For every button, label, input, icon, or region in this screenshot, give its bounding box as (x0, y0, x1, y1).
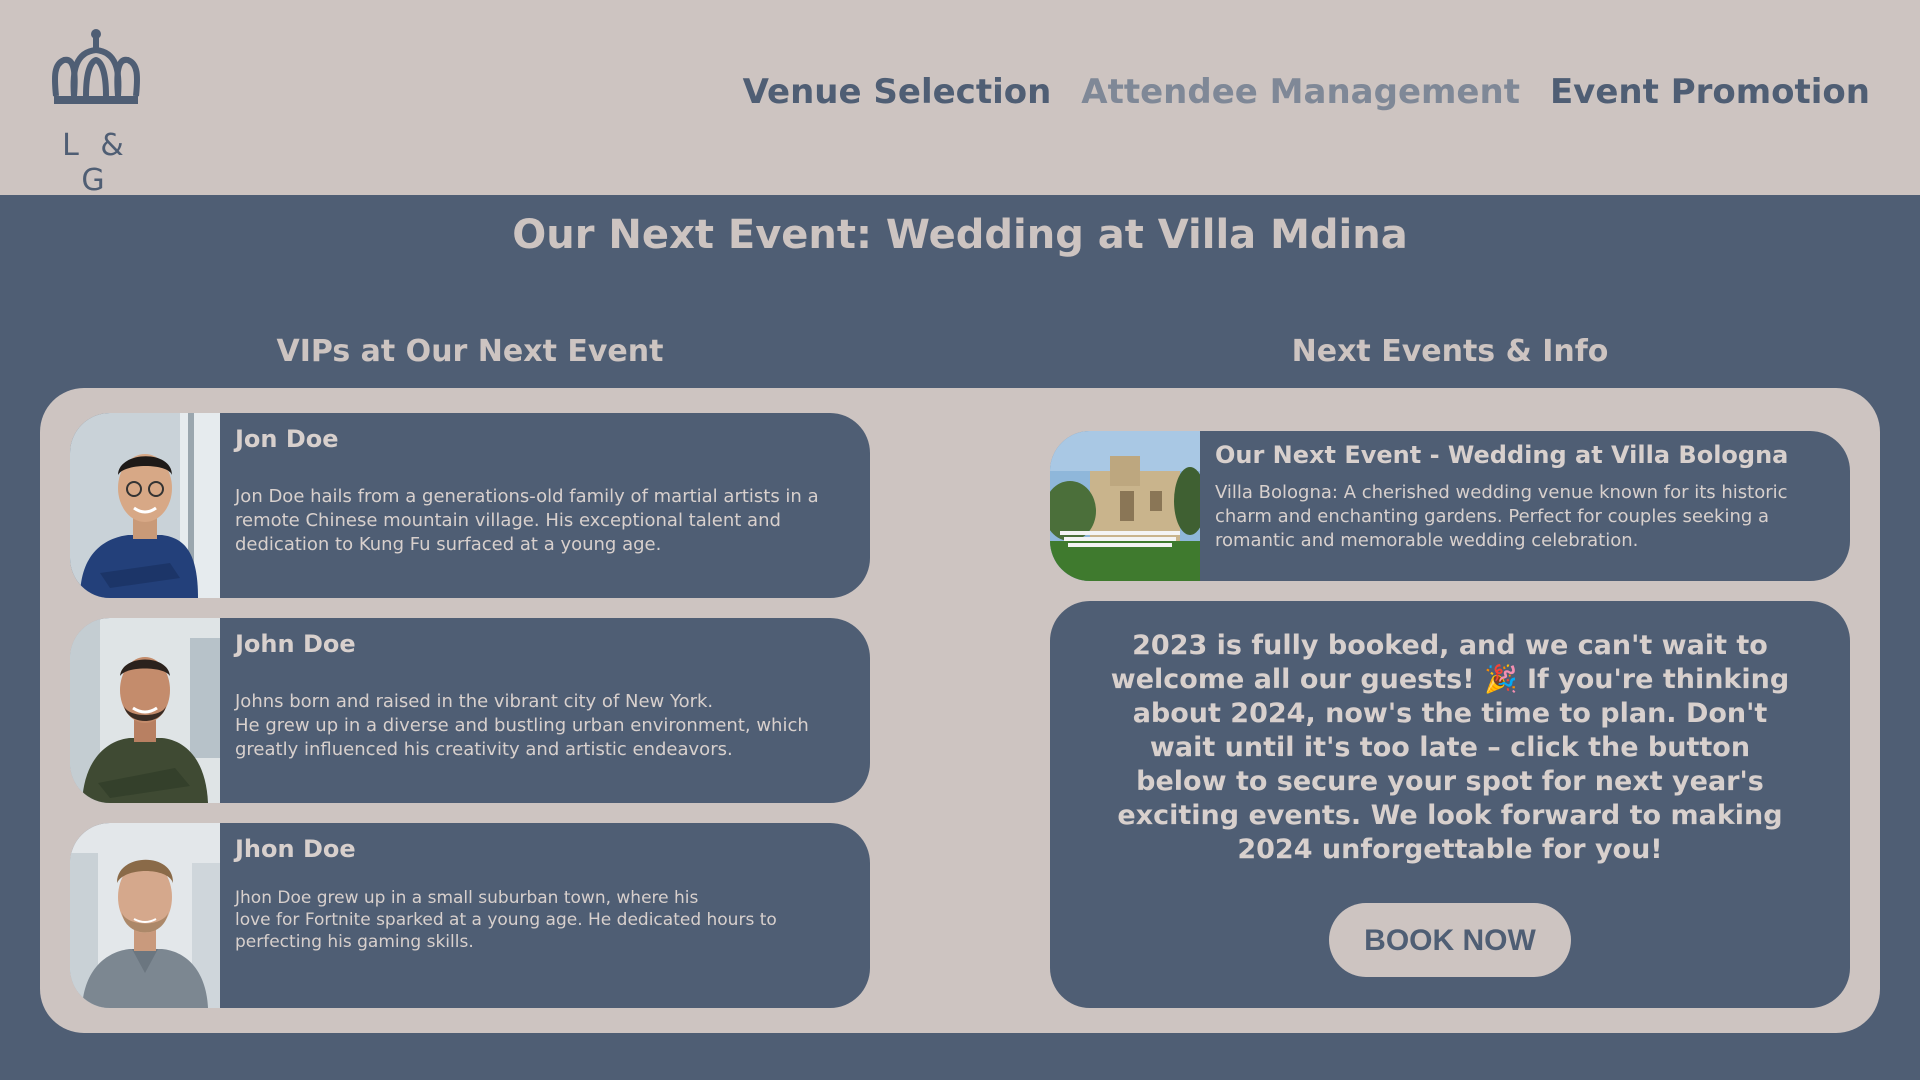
vip-bio: Johns born and raised in the vibrant cit… (235, 691, 809, 760)
crown-icon (52, 29, 140, 104)
vip-photo (70, 823, 220, 1008)
logo[interactable]: L & G (48, 24, 144, 198)
events-heading: Next Events & Info (1291, 334, 1609, 369)
vip-photo (70, 618, 220, 803)
vip-bio: Jon Doe hails from a generations-old fam… (235, 486, 819, 555)
next-event-card[interactable]: Our Next Event - Wedding at Villa Bologn… (1050, 431, 1850, 581)
nav-venue-selection[interactable]: Venue Selection (743, 72, 1052, 112)
booking-promo-card: 2023 is fully booked, and we can't wait … (1050, 601, 1850, 1008)
vip-name: Jhon Doe (235, 835, 356, 863)
logo-text: L & G (62, 128, 130, 198)
vips-heading: VIPs at Our Next Event (276, 334, 664, 369)
site-header: L & G Venue Selection Attendee Managemen… (0, 0, 1920, 198)
next-event-title: Our Next Event - Wedding at Villa Bologn… (1215, 441, 1789, 469)
nav-attendee-management[interactable]: Attendee Management (1081, 72, 1520, 112)
vip-card: Jhon Doe Jhon Doe grew up in a small sub… (70, 823, 870, 1008)
vip-name: John Doe (235, 630, 356, 658)
vip-name: Jon Doe (235, 425, 339, 453)
main-nav: Venue Selection Attendee Management Even… (743, 72, 1870, 112)
next-event-description: Villa Bologna: A cherished wedding venue… (1215, 482, 1788, 551)
nav-event-promotion[interactable]: Event Promotion (1550, 72, 1870, 112)
book-now-button[interactable]: BOOK NOW (1329, 903, 1571, 977)
page-title: Our Next Event: Wedding at Villa Mdina (512, 212, 1408, 258)
promo-text: 2023 is fully booked, and we can't wait … (1110, 630, 1790, 865)
vip-photo (70, 413, 220, 598)
vip-bio: Jhon Doe grew up in a small suburban tow… (235, 888, 777, 952)
vip-card: Jon Doe Jon Doe hails from a generations… (70, 413, 870, 598)
venue-photo (1050, 431, 1200, 581)
vip-card: John Doe Johns born and raised in the vi… (70, 618, 870, 803)
